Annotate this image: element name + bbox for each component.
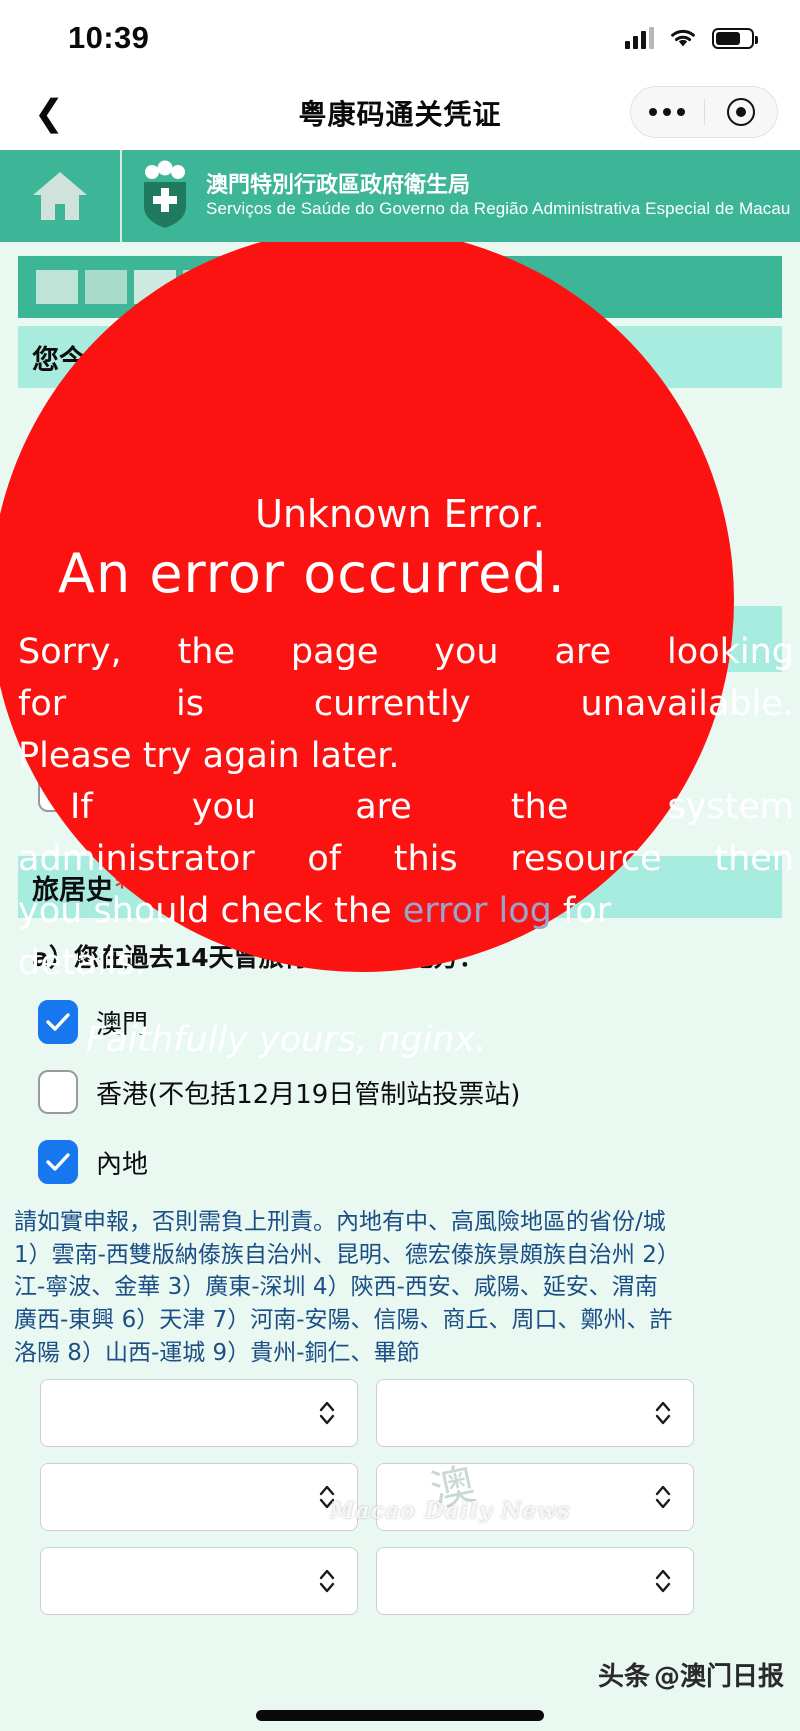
error-overlay-circle bbox=[0, 242, 734, 972]
travel-history-note: 請如實申報，否則需負上刑責。內地有中、高風險地區的省份/城 1）雲南-西雙版納傣… bbox=[14, 1206, 786, 1369]
checkbox-unchecked[interactable] bbox=[38, 1070, 78, 1114]
chevron-up-down-icon bbox=[653, 1397, 673, 1429]
note-line: 洛陽 8）山西-運城 9）貴州-銅仁、畢節 bbox=[14, 1339, 420, 1366]
chevron-up-down-icon bbox=[317, 1397, 337, 1429]
note-line: 廣西-東興 6）天津 7）河南-安陽、信陽、商丘、周口、鄭州、許 bbox=[14, 1306, 673, 1333]
watermark-corner-handle: @澳门日报 bbox=[653, 1662, 784, 1692]
organization-name-pt: Serviços de Saúde do Governo da Região A… bbox=[206, 198, 791, 218]
home-indicator bbox=[256, 1710, 544, 1721]
status-bar-time: 10:39 bbox=[68, 20, 150, 55]
target-circle-icon[interactable] bbox=[705, 98, 778, 126]
watermark-corner-prefix: 头条 bbox=[597, 1662, 650, 1692]
organization-name-cn: 澳門特別行政區政府衛生局 bbox=[206, 173, 471, 198]
watermark-corner: 头条 @澳门日报 bbox=[598, 1656, 784, 1693]
checkbox-checked[interactable] bbox=[38, 1000, 78, 1044]
location-select[interactable] bbox=[376, 1547, 694, 1616]
form-body: 您今天是否出現以下症狀？ 發燒 咳嗽、流鼻水、喉嚨痛、呼吸困難或其他呼吸道症狀 … bbox=[0, 242, 800, 1731]
note-line: 1）雲南-西雙版納傣族自治州、昆明、德宏傣族景頗族自治州 2） bbox=[14, 1241, 680, 1268]
navigation-bar: ❮ 粤康码通关凭证 bbox=[0, 76, 800, 150]
more-dots-icon[interactable] bbox=[631, 108, 704, 116]
location-select[interactable] bbox=[40, 1547, 358, 1616]
location-select[interactable] bbox=[376, 1379, 694, 1448]
home-icon[interactable] bbox=[0, 150, 122, 242]
status-bar: 10:39 bbox=[0, 0, 800, 76]
travel-option-label: 內地 bbox=[96, 1149, 149, 1180]
wifi-icon bbox=[668, 27, 698, 49]
chevron-up-down-icon bbox=[317, 1565, 337, 1597]
travel-option-macau[interactable]: 澳門 bbox=[38, 1000, 800, 1044]
location-select-grid bbox=[40, 1379, 800, 1616]
status-bar-icons bbox=[625, 27, 758, 49]
chevron-up-down-icon bbox=[653, 1565, 673, 1597]
organization-header: 澳門特別行政區政府衛生局 Serviços de Saúde do Govern… bbox=[0, 150, 800, 242]
cellular-signal-icon bbox=[625, 27, 654, 49]
note-line: 請如實申報，否則需負上刑責。內地有中、高風險地區的省份/城 bbox=[14, 1209, 666, 1235]
battery-icon bbox=[712, 27, 758, 49]
travel-option-hongkong[interactable]: 香港(不包括12月19日管制站投票站) bbox=[38, 1070, 800, 1114]
miniprogram-capsule bbox=[630, 86, 778, 138]
organization-name: 澳門特別行政區政府衛生局 Serviços de Saúde do Govern… bbox=[206, 173, 791, 219]
checkbox-checked[interactable] bbox=[38, 1140, 78, 1184]
location-select[interactable] bbox=[376, 1463, 694, 1532]
travel-option-label: 香港(不包括12月19日管制站投票站) bbox=[96, 1079, 521, 1110]
location-select[interactable] bbox=[40, 1379, 358, 1448]
location-select[interactable] bbox=[40, 1463, 358, 1532]
chevron-up-down-icon bbox=[653, 1481, 673, 1513]
health-shield-icon bbox=[136, 160, 194, 233]
note-line: 江-寧波、金華 3）廣東-深圳 4）陝西-西安、咸陽、延安、渭南 bbox=[14, 1274, 658, 1301]
travel-option-label: 澳門 bbox=[96, 1009, 149, 1040]
chevron-up-down-icon bbox=[317, 1481, 337, 1513]
travel-option-mainland[interactable]: 內地 bbox=[38, 1140, 800, 1184]
back-chevron-icon[interactable]: ❮ bbox=[0, 92, 80, 134]
travel-history-title: 旅居史 bbox=[32, 874, 113, 906]
